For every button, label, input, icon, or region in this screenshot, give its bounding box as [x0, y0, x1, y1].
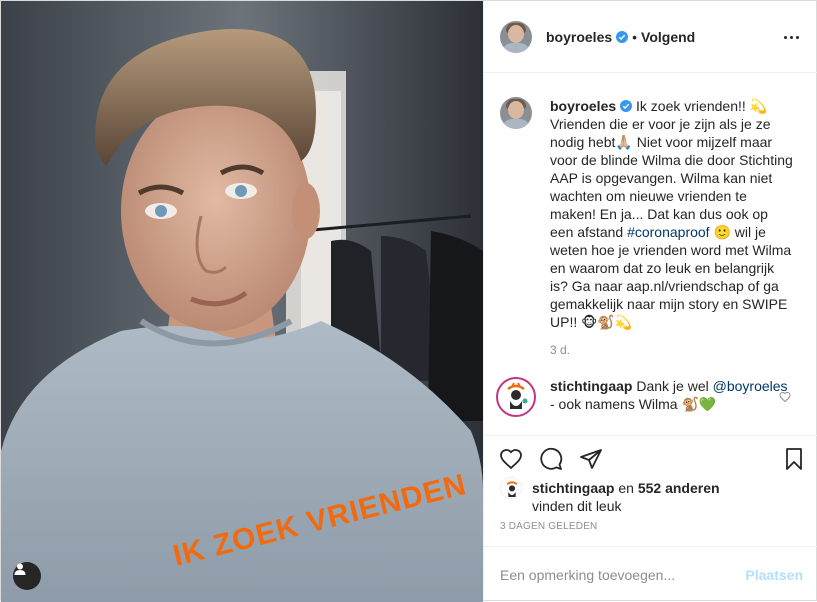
liker-avatar[interactable]	[500, 477, 522, 499]
caption-body-1: Ik zoek vrienden!! 💫 Vrienden die er voo…	[550, 98, 793, 240]
paper-plane-icon[interactable]	[578, 446, 604, 472]
comment-body-2: - ook namens Wilma 🐒💚	[550, 396, 717, 412]
likes-summary: stichtingaap en 552 anderen vinden dit l…	[500, 477, 792, 515]
comments-section: boyroeles Ik zoek vrienden!! 💫 Vrienden …	[484, 73, 817, 435]
heart-icon[interactable]	[498, 446, 524, 472]
comment-bubble-icon[interactable]	[538, 446, 564, 472]
user-tag-icon[interactable]	[13, 562, 41, 590]
header-separator: •	[632, 28, 638, 45]
comment-mention-link[interactable]: @boyroeles	[713, 378, 788, 394]
comment-body-1: Dank je wel	[636, 378, 713, 394]
liker-username[interactable]: stichtingaap	[532, 480, 614, 496]
caption-username[interactable]: boyroeles	[550, 98, 616, 114]
comment-item: stichtingaap Dank je wel @boyroeles - oo…	[496, 377, 795, 417]
post-header: boyroeles • Volgend	[484, 1, 817, 73]
verified-badge-icon	[616, 30, 629, 43]
more-options-icon[interactable]	[781, 27, 801, 47]
bookmark-icon[interactable]	[781, 446, 807, 472]
post-dialog: IK ZOEK VRIENDEN boyroeles • Volgend boy…	[0, 0, 817, 602]
author-avatar[interactable]	[500, 20, 532, 53]
caption-author-avatar[interactable]	[500, 97, 532, 129]
post-comment-button[interactable]: Plaatsen	[745, 567, 803, 583]
post-actions-bar	[484, 435, 817, 477]
comment-like-heart-icon[interactable]	[779, 391, 791, 403]
stichtingaap-avatar[interactable]	[496, 377, 536, 417]
photo-illustration: IK ZOEK VRIENDEN	[1, 1, 483, 602]
comment-text: stichtingaap Dank je wel @boyroeles - oo…	[550, 377, 795, 417]
post-photo[interactable]: IK ZOEK VRIENDEN	[1, 1, 483, 602]
author-username[interactable]: boyroeles	[546, 29, 612, 45]
post-date[interactable]: 3 DAGEN GELEDEN	[500, 521, 597, 532]
likes-suffix: vinden dit leuk	[532, 498, 622, 514]
likes-count-link[interactable]: 552 anderen	[638, 480, 720, 496]
post-details-pane: boyroeles • Volgend boyroeles Ik zoek vr…	[483, 1, 817, 602]
likes-connector: en	[614, 480, 638, 496]
add-comment-form: Plaatsen	[484, 546, 817, 602]
follow-status-button[interactable]: Volgend	[641, 29, 695, 45]
comment-input[interactable]	[500, 566, 746, 583]
caption: boyroeles Ik zoek vrienden!! 💫 Vrienden …	[500, 97, 795, 331]
comment-username[interactable]: stichtingaap	[550, 378, 632, 394]
caption-timestamp[interactable]: 3 d.	[550, 343, 570, 357]
verified-badge-icon	[620, 100, 633, 112]
caption-text: boyroeles Ik zoek vrienden!! 💫 Vrienden …	[550, 97, 795, 331]
caption-hashtag-link[interactable]: #coronaproof	[627, 224, 710, 240]
